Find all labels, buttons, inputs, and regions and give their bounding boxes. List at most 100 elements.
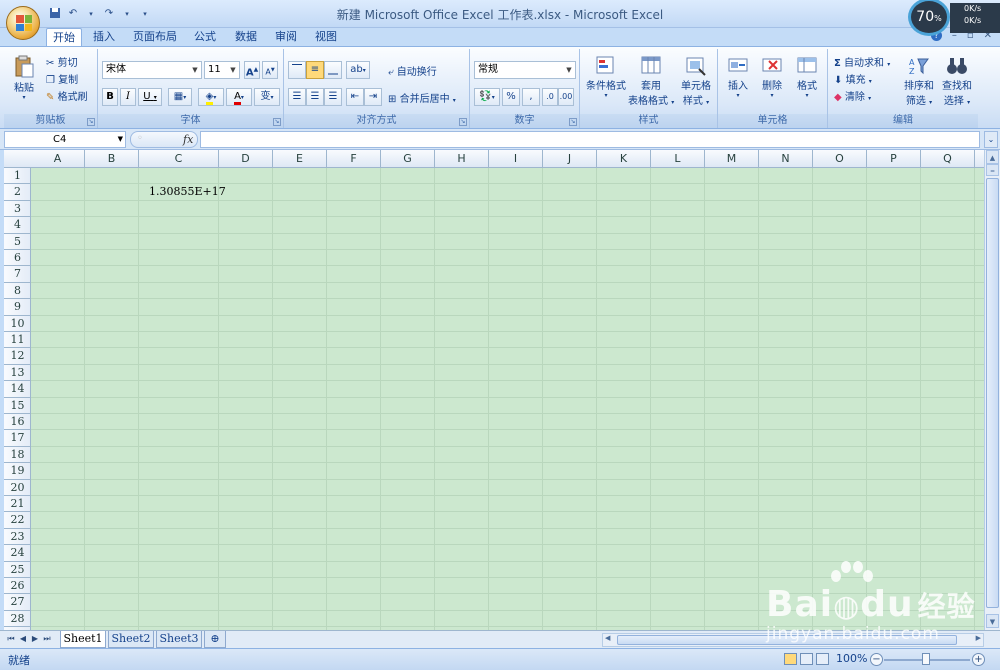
scroll-up-icon[interactable]: ▲ <box>986 150 999 164</box>
tab-data[interactable]: 数据 <box>228 28 264 46</box>
row-header-4[interactable]: 4 <box>4 217 31 234</box>
tab-formulas[interactable]: 公式 <box>186 28 224 46</box>
row-header-3[interactable]: 3 <box>4 201 31 218</box>
column-header-k[interactable]: K <box>597 150 651 168</box>
row-header-26[interactable]: 26 <box>4 578 31 595</box>
first-sheet-icon[interactable]: ⏮ <box>6 633 16 645</box>
conditional-format-button[interactable]: 条件格式 ▾ <box>584 55 628 99</box>
row-header-21[interactable]: 21 <box>4 496 31 513</box>
cut-button[interactable]: ✂ 剪切 <box>46 54 78 69</box>
sheet-tab-3[interactable]: Sheet3 <box>156 631 202 648</box>
column-header-q[interactable]: Q <box>921 150 975 168</box>
cell-area[interactable]: 1.30855E+17 <box>31 168 984 630</box>
format-painter-button[interactable]: ✎ 格式刷 <box>46 88 88 103</box>
sheet-tab-2[interactable]: Sheet2 <box>108 631 154 648</box>
cell-styles-button[interactable]: 单元格 样式 ▾ <box>676 55 716 107</box>
tab-page-layout[interactable]: 页面布局 <box>128 28 182 46</box>
currency-button[interactable]: 💱▾ <box>474 88 500 106</box>
italic-button[interactable]: I <box>120 88 136 106</box>
tab-view[interactable]: 视图 <box>308 28 344 46</box>
tab-home[interactable]: 开始 <box>46 28 82 46</box>
dialog-launcher-icon[interactable]: ↘ <box>273 118 281 126</box>
row-header-10[interactable]: 10 <box>4 316 31 332</box>
fill-color-button[interactable]: ◈▾ <box>198 88 224 106</box>
row-header-11[interactable]: 11 <box>4 332 31 349</box>
column-header-h[interactable]: H <box>435 150 489 168</box>
column-header-o[interactable]: O <box>813 150 867 168</box>
prev-sheet-icon[interactable]: ◀ <box>18 633 28 645</box>
row-header-8[interactable]: 8 <box>4 283 31 300</box>
tab-insert[interactable]: 插入 <box>86 28 122 46</box>
align-center-button[interactable]: ☰ <box>306 88 324 106</box>
sort-filter-button[interactable]: AZ 排序和 筛选 ▾ <box>900 55 938 107</box>
horizontal-scroll-thumb[interactable] <box>617 635 957 645</box>
paste-button[interactable]: 粘贴 ▾ <box>10 55 38 101</box>
increase-decimal-button[interactable]: .0 <box>542 88 558 106</box>
column-header-p[interactable]: P <box>867 150 921 168</box>
row-header-15[interactable]: 15 <box>4 398 31 414</box>
row-header-16[interactable]: 16 <box>4 414 31 431</box>
font-size-select[interactable]: 11 ▼ <box>204 61 240 79</box>
align-right-button[interactable]: ☰ <box>324 88 342 106</box>
column-header-l[interactable]: L <box>651 150 705 168</box>
percent-button[interactable]: % <box>502 88 520 106</box>
split-handle-icon[interactable]: ═ <box>986 164 999 176</box>
column-header-e[interactable]: E <box>273 150 327 168</box>
vertical-scroll-thumb[interactable] <box>986 178 999 608</box>
zoom-out-icon[interactable]: − <box>870 653 883 666</box>
number-format-select[interactable]: 常规 ▼ <box>474 61 576 79</box>
page-layout-view-icon[interactable] <box>800 653 813 665</box>
shrink-font-button[interactable]: A▼ <box>262 61 278 79</box>
column-header-n[interactable]: N <box>759 150 813 168</box>
row-header-23[interactable]: 23 <box>4 529 31 546</box>
column-header-c[interactable]: C <box>139 150 219 168</box>
row-header-2[interactable]: 2 <box>4 184 31 201</box>
row-header-17[interactable]: 17 <box>4 430 31 447</box>
underline-button[interactable]: U ▾ <box>138 88 162 106</box>
align-middle-button[interactable]: ≡ <box>306 61 324 79</box>
clear-button[interactable]: ◆ 清除 ▾ <box>834 88 871 103</box>
formula-input[interactable] <box>200 131 980 148</box>
row-header-1[interactable]: 1 <box>4 168 31 185</box>
row-header-19[interactable]: 19 <box>4 463 31 480</box>
phonetic-button[interactable]: 变▾ <box>254 88 280 106</box>
row-header-7[interactable]: 7 <box>4 266 31 283</box>
row-header-14[interactable]: 14 <box>4 381 31 398</box>
insert-function-button[interactable]: fx <box>183 133 193 146</box>
dialog-launcher-icon[interactable]: ↘ <box>459 118 467 126</box>
row-header-12[interactable]: 12 <box>4 348 31 365</box>
format-as-table-button[interactable]: 套用 表格格式 ▾ <box>628 55 674 107</box>
insert-cells-button[interactable]: 插入 ▾ <box>722 55 754 99</box>
name-box[interactable]: C4 ▼ <box>4 131 126 148</box>
find-select-button[interactable]: 查找和 选择 ▾ <box>938 55 976 107</box>
font-name-select[interactable]: 宋体 ▼ <box>102 61 202 79</box>
tab-review[interactable]: 审阅 <box>268 28 304 46</box>
normal-view-icon[interactable] <box>784 653 797 665</box>
zoom-in-icon[interactable]: + <box>972 653 985 666</box>
horizontal-scrollbar[interactable]: ◀ ▶ <box>602 633 984 647</box>
decrease-indent-button[interactable]: ⇤ <box>346 88 364 106</box>
last-sheet-icon[interactable]: ⏭ <box>42 633 52 645</box>
row-header-20[interactable]: 20 <box>4 480 31 496</box>
dialog-launcher-icon[interactable]: ↘ <box>569 118 577 126</box>
autosum-button[interactable]: Σ 自动求和 ▾ <box>834 54 890 69</box>
sheet-tab-1[interactable]: Sheet1 <box>60 631 106 648</box>
office-button[interactable] <box>6 6 40 40</box>
align-top-button[interactable]: ⎺ <box>288 61 306 79</box>
row-header-22[interactable]: 22 <box>4 512 31 529</box>
cell-c2[interactable]: 1.30855E+17 <box>149 184 226 200</box>
row-header-9[interactable]: 9 <box>4 299 31 316</box>
format-cells-button[interactable]: 格式 ▾ <box>790 55 824 99</box>
column-header-i[interactable]: I <box>489 150 543 168</box>
page-break-view-icon[interactable] <box>816 653 829 665</box>
column-header-d[interactable]: D <box>219 150 273 168</box>
worksheet-grid[interactable]: ABCDEFGHIJKLMNOPQ 1 2 3 4 5 6 7 8 9 10 11 12 13 14 15 1… <box>4 150 984 630</box>
delete-cells-button[interactable]: 删除 ▾ <box>756 55 788 99</box>
dialog-launcher-icon[interactable]: ↘ <box>87 118 95 126</box>
zoom-level[interactable]: 100% <box>836 652 867 665</box>
wrap-text-button[interactable]: ⤶ 自动换行 <box>388 63 437 78</box>
column-header-g[interactable]: G <box>381 150 435 168</box>
scroll-right-icon[interactable]: ▶ <box>976 634 981 642</box>
borders-button[interactable]: ▦▾ <box>168 88 192 106</box>
zoom-slider-thumb[interactable] <box>922 653 930 665</box>
